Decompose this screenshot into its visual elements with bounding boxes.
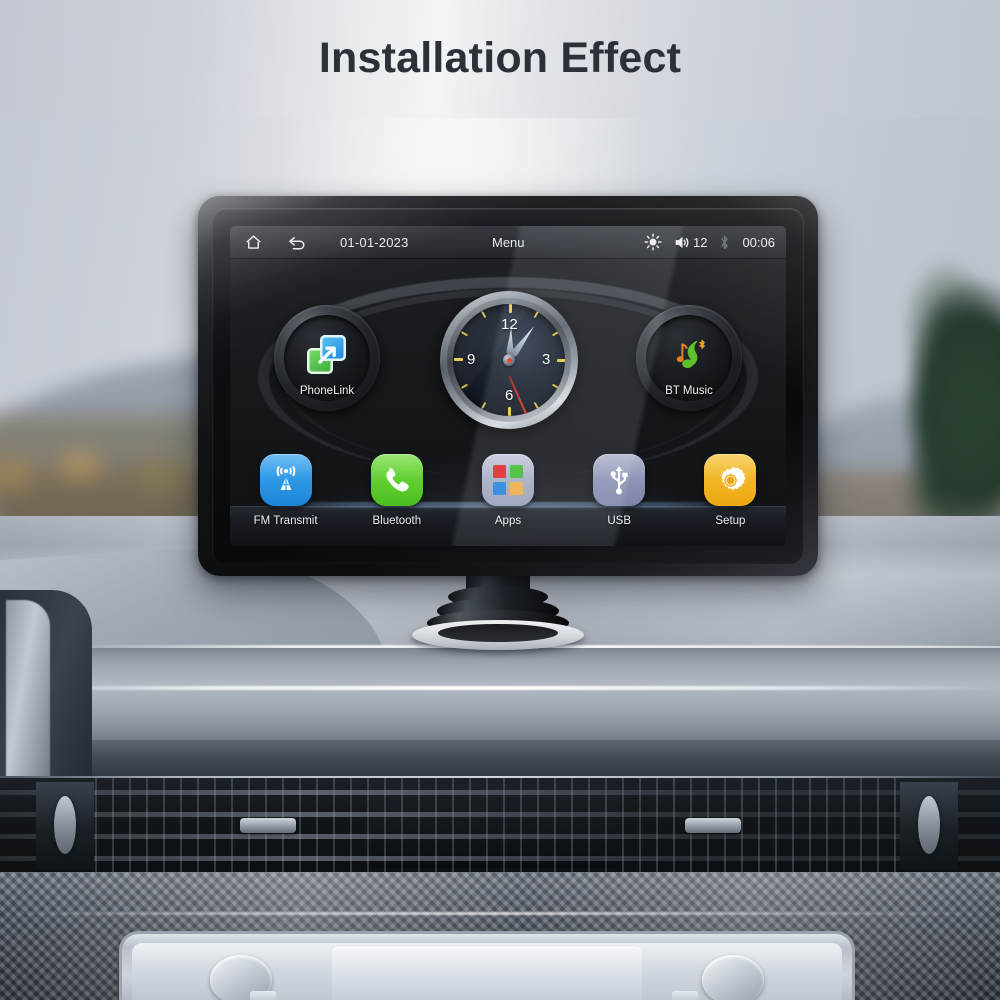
bluetooth-icon[interactable] [718, 234, 731, 251]
widget-bt-music-label: BT Music [665, 385, 713, 397]
home-icon[interactable] [244, 233, 263, 252]
dock-item-bluetooth[interactable]: Bluetooth [341, 450, 452, 546]
bt-music-icon [667, 335, 711, 377]
app-dock: FM Transmit Bluetooth Apps USB Setup [230, 450, 786, 546]
status-clock: 00:06 [742, 234, 775, 250]
widget-bt-music[interactable]: BT Music [636, 305, 742, 411]
vent-horizontal-fins [0, 778, 1000, 874]
mount-adhesive-pad [412, 620, 584, 650]
widget-row: PhoneLink BT Music [230, 291, 786, 445]
device-screen[interactable]: 01-01-2023 Menu 12 00:06 PhoneLink BT Mu… [230, 226, 786, 546]
widget-phonelink[interactable]: PhoneLink [274, 305, 380, 411]
gear-icon [704, 454, 757, 506]
vent-adjust-knob-right[interactable] [685, 818, 741, 833]
status-date: 01-01-2023 [340, 234, 409, 250]
air-vent [0, 778, 1000, 874]
dock-item-fm-transmit[interactable]: FM Transmit [230, 450, 341, 546]
vent-left-housing [36, 782, 94, 870]
dashboard-mid-surface [0, 648, 1000, 744]
widget-analog-clock[interactable]: 12 3 6 9 [440, 291, 578, 429]
widget-phonelink-label: PhoneLink [299, 385, 355, 397]
carbon-fiber-ridge [0, 912, 1000, 915]
apps-grid-icon [482, 454, 534, 506]
console-dial-right[interactable] [702, 955, 764, 1000]
clock-face: 12 3 6 9 [453, 304, 565, 416]
clock-glass-reflection [453, 304, 565, 416]
console-tab-right[interactable] [672, 991, 698, 1000]
console-tab-left[interactable] [250, 991, 276, 1000]
vent-adjust-knob-left[interactable] [240, 818, 296, 833]
dashboard-left-chrome-trim [6, 600, 50, 790]
dock-label-bluetooth: Bluetooth [372, 515, 422, 527]
radio-tower-icon [259, 454, 312, 506]
usb-icon [593, 454, 646, 506]
dock-item-apps[interactable]: Apps [452, 450, 563, 546]
console-center-plate [332, 947, 642, 1000]
phone-handset-icon [370, 454, 423, 506]
dock-label-fm-transmit: FM Transmit [253, 515, 318, 527]
dock-item-setup[interactable]: Setup [675, 450, 786, 546]
page-title: Installation Effect [318, 34, 682, 82]
console-inner-surface [132, 943, 842, 1000]
volume-value: 12 [692, 234, 708, 250]
status-menu-label[interactable]: Menu [492, 235, 525, 250]
dock-label-setup: Setup [715, 515, 746, 527]
center-console-panel [122, 934, 852, 1000]
car-stereo-device: 01-01-2023 Menu 12 00:06 PhoneLink BT Mu… [198, 196, 818, 576]
back-arrow-icon[interactable] [287, 233, 308, 252]
speaker-icon [675, 236, 689, 248]
dock-label-usb: USB [607, 515, 632, 527]
brightness-sun-icon[interactable] [644, 233, 662, 251]
vent-right-housing [900, 782, 958, 870]
phonelink-icon [307, 335, 347, 375]
volume-indicator[interactable]: 12 [673, 234, 707, 251]
suction-pedestal-mount [397, 572, 597, 654]
dock-item-usb[interactable]: USB [564, 450, 675, 546]
status-bar: 01-01-2023 Menu 12 00:06 [230, 226, 786, 259]
mount-pad-recess [438, 624, 558, 642]
dock-label-apps: Apps [494, 515, 522, 527]
home-wallpaper: PhoneLink BT Music FM Transmit Bluetooth… [230, 259, 786, 546]
